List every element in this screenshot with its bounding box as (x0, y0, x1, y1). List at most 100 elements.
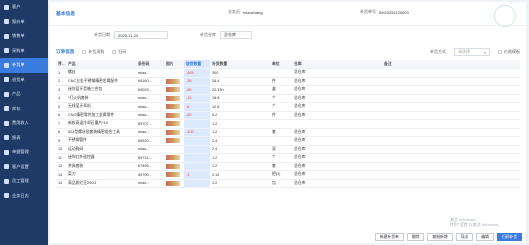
sidebar-item-sales[interactable]: 销售单 (0, 29, 48, 44)
cell-no: 13 (56, 170, 66, 180)
import-check[interactable]: 扫码 (112, 49, 126, 55)
table-row[interactable]: 8 523型螺丝批套装精密组合工具 miao... -100 1.2 套总仓库 (56, 128, 520, 137)
sidebar-item-quote[interactable]: 报价单 (0, 15, 48, 30)
table-row[interactable]: 6 CNC精密零件加工金属零件 miao... -60 0.2 件总仓库 (56, 111, 520, 120)
cell-note[interactable] (382, 85, 520, 95)
cell-qty-add[interactable]: 300 (210, 68, 270, 78)
sidebar-item-return[interactable]: 退货单 (0, 73, 48, 88)
table-row[interactable]: 5 无线蓝牙耳机 miao... -8 12.8 个总仓库 (56, 102, 520, 112)
sidebar-item-settings[interactable]: 客户设置 (0, 160, 48, 175)
cell-note[interactable] (382, 136, 520, 146)
table-row[interactable]: 2 CNC五金不锈钢精密金属配件 69160... -28 28.4 件总仓库 (56, 77, 520, 86)
cell-qty-add[interactable]: 0.12 (210, 170, 270, 180)
cell-unit: 件 (270, 77, 292, 86)
cell-note[interactable] (382, 179, 520, 188)
export-button[interactable]: 导出 (455, 233, 474, 241)
cell-barcode: miao... (136, 68, 164, 78)
chevron-down-icon: ▾ (483, 49, 486, 55)
warehouse-select[interactable]: 总仓库 (220, 31, 252, 39)
cell-qty-add[interactable]: 12.8 (210, 102, 270, 112)
cell-barcode: miao... (136, 111, 164, 120)
cell-qty-out (184, 136, 210, 146)
product-table: 序号 产品 条形码 图片 缺货数量 补货数量 单位 仓库 备注 1 螺丝 miao.… (56, 60, 520, 231)
table-row[interactable]: 11 迷你红外遥控器 69731... 1.2 个总仓库 (56, 153, 520, 163)
windows-activation-watermark: 激活 Windows 转到"设置"以激活 Windows。 (449, 217, 502, 227)
method-select[interactable]: 请选择 ▾ (454, 48, 490, 56)
customer-icon (4, 4, 9, 10)
table-row[interactable]: 12 茶具套装 67896... 1.2 套总仓库 (56, 162, 520, 171)
product-thumbnail (166, 104, 180, 110)
cell-qty-out (184, 153, 210, 163)
table-row[interactable]: 13 菜刀 69700... -3 0.12 把(1) 总仓库 (56, 170, 520, 180)
cell-barcode: 69700... (136, 170, 164, 180)
cell-note[interactable] (382, 162, 520, 171)
cell-no: 2 (56, 77, 66, 86)
col-header: 缺货数量 (184, 60, 210, 69)
sidebar-item-customer[interactable]: 客户 (0, 0, 48, 15)
cell-product: 新款高温冷却石墨片*10 (66, 119, 136, 129)
delete-button[interactable]: 删除 (406, 233, 425, 241)
table-row[interactable]: 14 高品质红豆200G miao... 1.2 包总仓库 (56, 179, 520, 188)
table-body: 1 螺丝 miao... -465 300 总仓库 2 CNC五金不锈钢精密金属配件 69160… (56, 68, 520, 188)
cell-note[interactable] (382, 119, 520, 129)
price-template-check[interactable]: 价格模板 (498, 49, 520, 55)
toolbar: 订单信息 补货采购 扫码 补货方式 请选择 ▾ 价格模板 (50, 44, 526, 60)
cell-note[interactable] (382, 94, 520, 103)
sidebar-item-replenish[interactable]: 补货单 (0, 58, 48, 73)
table-row[interactable]: 9 不锈钢管件 69520... 2.4 总仓库 (56, 136, 520, 146)
table-row[interactable]: 4 *打火机套装 miao... -15 18.8 个总仓库 (56, 94, 520, 103)
sidebar-item-report[interactable]: 报表 (0, 131, 48, 146)
edit-button[interactable]: 编辑 (476, 233, 494, 241)
scan-replenish-button[interactable]: 扫码补货 (496, 233, 522, 241)
cell-qty-out (184, 145, 210, 154)
new-replenish-button[interactable]: 新建补货单 (374, 233, 404, 241)
cell-note[interactable] (382, 102, 520, 112)
cell-note[interactable] (382, 128, 520, 137)
bulk-add-check[interactable]: 补货采购 (82, 49, 104, 55)
cell-image (164, 77, 184, 86)
product-thumbnail (166, 172, 180, 178)
sidebar-item-income[interactable]: 费用收入 (0, 116, 48, 131)
copy-new-button[interactable]: 复制新增 (427, 233, 453, 241)
sidebar-item-log[interactable]: 业务日志 (0, 189, 48, 204)
product-thumbnail (166, 180, 180, 186)
salesperson-label: 业务员 (228, 9, 240, 14)
sidebar-item-staff[interactable]: 员工管理 (0, 174, 48, 189)
cell-qty-add[interactable]: 1.2 (210, 119, 270, 129)
order-products-tab[interactable]: 订单信息 (56, 49, 74, 55)
date-input[interactable]: 2025-11-20 (114, 31, 168, 39)
cell-note[interactable] (382, 145, 520, 154)
table-row[interactable]: 1 螺丝 miao... -465 300 总仓库 (56, 68, 520, 78)
table-row[interactable]: 10 运动鞋码 miao... 2.4 双总仓库 (56, 145, 520, 154)
cell-note[interactable] (382, 77, 520, 86)
cell-product: 523型螺丝批套装精密组合工具 (66, 128, 136, 137)
cell-qty-add[interactable]: 28.4 (210, 77, 270, 86)
cell-note[interactable] (382, 111, 520, 120)
cell-note[interactable] (382, 68, 520, 78)
table-row[interactable]: 3 迷你蓝牙音箱三合包 69093... -95 22.33h 盒总仓库 (56, 85, 520, 95)
sidebar-item-docs[interactable]: 单据管理 (0, 145, 48, 160)
col-header: 单位 (270, 60, 292, 69)
cell-qty-add[interactable]: 22.33h (210, 85, 270, 95)
cell-qty-add[interactable]: 0.2 (210, 111, 270, 120)
cell-qty-add[interactable]: 1.2 (210, 179, 270, 188)
sidebar-item-product[interactable]: 产品 (0, 87, 48, 102)
cell-unit: 件 (270, 111, 292, 120)
cell-barcode: 69707... (136, 119, 164, 129)
sidebar-item-purchase[interactable]: 采购单 (0, 44, 48, 59)
cell-qty-add[interactable]: 1.2 (210, 162, 270, 171)
cell-note[interactable] (382, 153, 520, 163)
cell-unit (270, 119, 292, 129)
cell-warehouse: 总仓库 (292, 136, 382, 146)
cell-qty-add[interactable]: 1.2 (210, 128, 270, 137)
cell-qty-add[interactable]: 2.4 (210, 145, 270, 154)
table-row[interactable]: 7 新款高温冷却石墨片*10 69707... 1.2 (56, 119, 520, 129)
cell-qty-add[interactable]: 2.4 (210, 136, 270, 146)
cell-qty-add[interactable]: 1.2 (210, 153, 270, 163)
cell-qty-out: -60 (184, 111, 210, 120)
sidebar-item-inventory[interactable]: 库存 (0, 102, 48, 117)
seal-logo (494, 5, 516, 27)
cell-qty-add[interactable]: 18.8 (210, 94, 270, 103)
cell-qty-out (184, 179, 210, 188)
cell-note[interactable] (382, 170, 520, 180)
